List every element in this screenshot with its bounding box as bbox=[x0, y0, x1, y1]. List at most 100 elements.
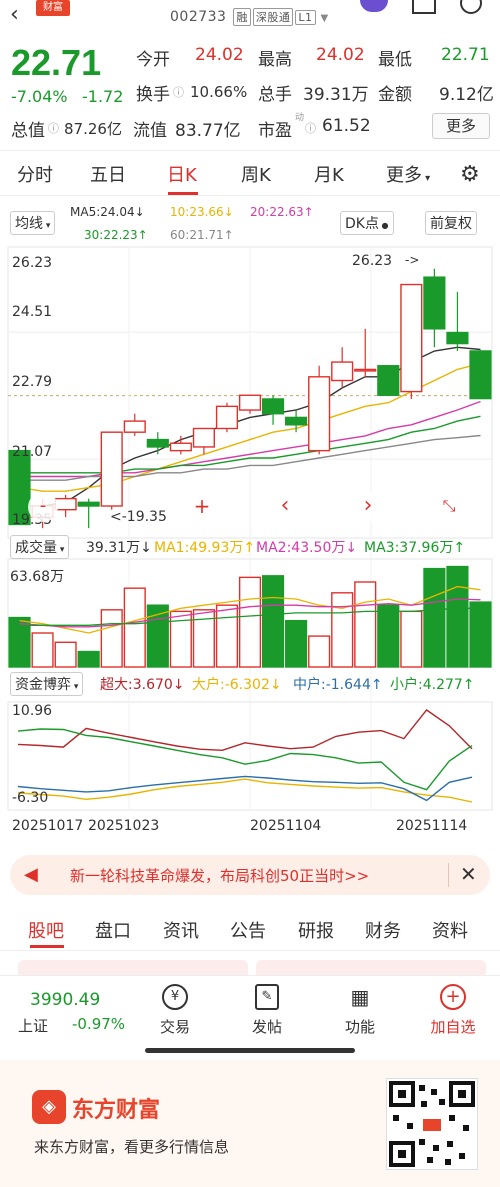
candle-body bbox=[192, 427, 215, 448]
divider bbox=[448, 863, 449, 887]
nav-trade[interactable]: ¥ 交易 bbox=[155, 984, 195, 1037]
volume-selector[interactable]: 成交量 ▾ bbox=[10, 535, 70, 559]
pe-label: 市盈 bbox=[258, 121, 292, 141]
flow-medium_line bbox=[17, 775, 473, 802]
stock-code: 002733 融深股通 L1 ▼ bbox=[170, 8, 329, 26]
candle-body bbox=[331, 361, 354, 382]
nav-post[interactable]: ✎ 发帖 bbox=[247, 984, 287, 1037]
x-axis-label: 20251023 bbox=[88, 818, 160, 834]
tab-research[interactable]: 研报 bbox=[298, 917, 334, 943]
volume-bar bbox=[331, 592, 354, 668]
volume-bar bbox=[469, 601, 492, 668]
volume-value: 39.31万 bbox=[303, 85, 369, 105]
zoom-out-button[interactable]: - bbox=[28, 492, 58, 522]
dropdown-icon[interactable]: ▼ bbox=[321, 13, 329, 24]
volume-ma1: MA1:49.93万↑ bbox=[154, 540, 256, 556]
tag-connect: 深股通 bbox=[252, 8, 294, 26]
index-value[interactable]: 3990.49 bbox=[30, 990, 100, 1010]
price-axis-label: 24.51 bbox=[12, 304, 53, 320]
candle-body bbox=[169, 442, 192, 452]
amount-value: 9.12亿 bbox=[439, 85, 494, 105]
volume-bar bbox=[54, 641, 77, 668]
candle-body bbox=[54, 497, 77, 511]
indicator-selector[interactable]: 均线 ▾ bbox=[10, 211, 56, 235]
tab-profile[interactable]: 资料 bbox=[432, 917, 468, 943]
volume-bar bbox=[100, 609, 123, 668]
tab-intraday[interactable]: 分时 bbox=[17, 161, 53, 187]
stock-code-text: 002733 bbox=[170, 9, 227, 25]
tab-announcements[interactable]: 公告 bbox=[230, 917, 266, 943]
candle-body bbox=[123, 420, 146, 433]
zoom-in-button[interactable]: + bbox=[187, 492, 217, 522]
dk-button[interactable]: DK点 ● bbox=[340, 211, 394, 235]
mcap-value: 87.26亿 bbox=[64, 120, 122, 138]
settings-gear-icon[interactable]: ⚙ bbox=[460, 162, 480, 187]
tab-more[interactable]: 更多 ▾ bbox=[386, 161, 430, 187]
home-indicator[interactable] bbox=[145, 1048, 355, 1053]
flow-super_line bbox=[17, 709, 473, 752]
tab-news[interactable]: 资讯 bbox=[163, 917, 199, 943]
assistant-icon[interactable] bbox=[360, 0, 388, 12]
top-bar: ‹ 财富 002733 融深股通 L1 ▼ bbox=[0, 0, 500, 34]
volume-ma3: MA3:37.96万↑ bbox=[364, 540, 466, 556]
megaphone-icon: ◀ bbox=[24, 864, 38, 885]
share-icon[interactable] bbox=[412, 0, 436, 14]
volume-value: 39.31万↓ bbox=[86, 540, 152, 556]
qr-pattern bbox=[389, 1081, 475, 1167]
info-icon[interactable]: ⓘ bbox=[305, 120, 316, 136]
nav-add-watchlist[interactable]: + 加自选 bbox=[428, 984, 478, 1037]
info-tabs: 股吧 盘口 资讯 公告 研报 财务 资料 bbox=[0, 905, 500, 951]
banner-text: 新一轮科技革命爆发，布局科创50正当时>> bbox=[70, 867, 370, 885]
volume-bar bbox=[77, 650, 100, 668]
pe-value: 61.52 bbox=[322, 116, 371, 136]
info-icon[interactable]: ⓘ bbox=[173, 84, 184, 100]
volume-selector-label: 成交量 bbox=[15, 540, 57, 556]
flow-axis-min: -6.30 bbox=[12, 790, 49, 806]
tab-financials[interactable]: 财务 bbox=[365, 917, 401, 943]
pan-left-button[interactable]: ‹ bbox=[270, 492, 300, 522]
tab-weekly-k[interactable]: 周K bbox=[241, 161, 271, 187]
grid-icon: ▦ bbox=[350, 985, 370, 1009]
nav-add-watchlist-label: 加自选 bbox=[430, 1018, 476, 1036]
volume-ma2: MA2:43.50万↓ bbox=[256, 540, 358, 556]
adjust-button[interactable]: 前复权 bbox=[425, 211, 477, 235]
tab-orderbook[interactable]: 盘口 bbox=[95, 917, 131, 943]
active-tab-indicator bbox=[30, 945, 64, 948]
fullscreen-button[interactable]: ⤡ bbox=[434, 492, 464, 522]
volume-bar bbox=[238, 576, 262, 668]
capital-flow-selector-label: 资金博弈 bbox=[15, 677, 71, 693]
plus-icon: + bbox=[440, 984, 466, 1010]
nav-functions[interactable]: ▦ 功能 bbox=[340, 984, 380, 1037]
tab-monthly-k[interactable]: 月K bbox=[314, 161, 344, 187]
x-axis-label: 20251017 bbox=[12, 818, 84, 834]
caret-down-icon: ▾ bbox=[43, 221, 51, 231]
tab-forum[interactable]: 股吧 bbox=[28, 917, 64, 943]
indicator-selector-label: 均线 bbox=[15, 216, 43, 232]
mcap-label: 总值 bbox=[11, 121, 45, 141]
volume-bar bbox=[446, 565, 469, 668]
legend-ma10: 10:23.66↓ bbox=[170, 205, 234, 219]
back-icon[interactable]: ‹ bbox=[10, 2, 19, 27]
flow-small: 小户:4.277↑ bbox=[390, 677, 475, 693]
last-price: 22.71 bbox=[11, 42, 102, 83]
qr-code bbox=[386, 1078, 478, 1170]
caret-down-icon: ▾ bbox=[71, 682, 79, 692]
close-icon[interactable]: ✕ bbox=[460, 862, 477, 886]
index-name: 上证 bbox=[18, 1017, 49, 1035]
more-button[interactable]: 更多 bbox=[432, 113, 490, 139]
candle-body bbox=[285, 416, 308, 426]
price-axis-label: 22.79 bbox=[12, 374, 53, 390]
tab-five-day[interactable]: 五日 bbox=[90, 161, 126, 187]
promo-banner[interactable]: ◀ 新一轮科技革命爆发，布局科创50正当时>> ✕ bbox=[10, 855, 490, 895]
float-label: 流值 bbox=[133, 121, 167, 141]
capital-flow-selector[interactable]: 资金博弈 ▾ bbox=[10, 672, 84, 696]
index-change: -0.97% bbox=[72, 1015, 126, 1033]
search-icon[interactable] bbox=[460, 0, 482, 14]
tab-daily-k[interactable]: 日K bbox=[167, 161, 197, 187]
period-tabs: 分时 五日 日K 周K 月K 更多 ▾ ⚙ bbox=[0, 150, 500, 196]
pan-right-button[interactable]: › bbox=[353, 492, 383, 522]
candle-body bbox=[100, 431, 123, 507]
info-icon[interactable]: ⓘ bbox=[48, 120, 59, 136]
volume-bars bbox=[8, 565, 492, 668]
high-marker: 26.23 bbox=[352, 253, 393, 269]
